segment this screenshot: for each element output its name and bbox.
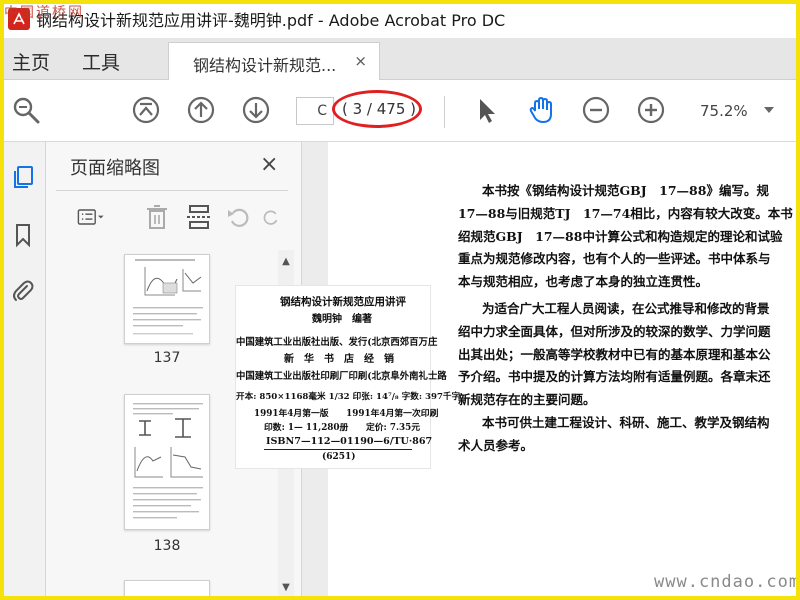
thumbnail-label-137: 137 (153, 350, 181, 366)
next-page-icon[interactable] (240, 94, 272, 126)
copyright-format: 开本: 850×1168毫米 1/32 印张: 14⁷/₈ 字数: 397千字 (236, 392, 461, 402)
chevron-down-icon (764, 107, 774, 113)
document-page-text: 本书按《钢结构设计规范GBJ 17—88》编写。规 17—88与旧规范TJ 17… (458, 180, 800, 458)
rotate-left-icon[interactable] (224, 202, 254, 232)
tab-close-icon[interactable]: × (354, 52, 367, 70)
copyright-printer: 中国建筑工业出版社印刷厂印刷(北京阜外南礼士路 (236, 371, 447, 382)
copyright-page-image: 钢结构设计新规范应用讲评 魏明钟 编著 中国建筑工业出版社出版、发行(北京西郊百… (236, 286, 460, 468)
panel-divider (56, 190, 288, 191)
thumbnail-label-138: 138 (153, 538, 181, 554)
rail-active-indicator (0, 156, 3, 196)
panel-title: 页面缩略图 (70, 158, 160, 179)
menu-home[interactable]: 主页 (12, 48, 50, 75)
delete-page-icon[interactable] (142, 202, 172, 232)
rotate-right-icon[interactable] (260, 202, 282, 232)
page-thumbnails-icon[interactable] (8, 162, 38, 192)
scroll-down-icon[interactable]: ▼ (278, 580, 294, 596)
doc-line: 重点为规范修改内容，也有个人的一些评述。书中体系与 (458, 251, 771, 267)
copyright-author: 魏明钟 编著 (312, 314, 372, 325)
doc-line: 为适合广大工程人员阅读，在公式推导和修改的背景 (482, 300, 770, 316)
doc-line: 绍中力求全面具体，但对所涉及的较深的数学、力学问题 (458, 323, 771, 339)
copyright-rule (264, 449, 412, 450)
menu-tools[interactable]: 工具 (82, 48, 120, 75)
toolbar: C ( 3 / 475 ) 75.2% (0, 80, 800, 142)
first-page-icon[interactable] (130, 94, 162, 126)
copyright-code: (6251) (322, 452, 356, 462)
zoom-value: 75.2% (700, 102, 748, 120)
copyright-print-run: 印数: 1— 11,280册 定价: 7.35元 (264, 423, 421, 433)
zoom-out-icon[interactable] (580, 94, 612, 126)
zoom-in-icon[interactable] (635, 94, 667, 126)
doc-line: 绍规范GBJ 17—88中计算公式和构造规定的理论和试验 (458, 228, 783, 244)
doc-line: 出其出处；一般高等学校教材中已有的基本原理和基本公 (458, 346, 771, 362)
document-tab-label: 钢结构设计新规范... (193, 56, 337, 75)
title-bar: 钢结构设计新规范应用讲评-魏明钟.pdf - Adobe Acrobat Pro… (0, 0, 800, 38)
insert-page-icon[interactable] (184, 202, 214, 232)
copyright-publisher: 中国建筑工业出版社出版、发行(北京西郊百万庄 (236, 337, 438, 348)
thumbnail-page-138[interactable] (124, 394, 210, 530)
window-title: 钢结构设计新规范应用讲评-魏明钟.pdf - Adobe Acrobat Pro… (36, 11, 506, 30)
doc-line: 术人员参考。 (458, 437, 534, 453)
select-arrow-icon[interactable] (470, 94, 502, 126)
left-navigation-rail (0, 142, 46, 600)
copyright-isbn: ISBN7—112—01190—6/TU·867 (266, 436, 433, 447)
zoom-select[interactable]: 75.2% (690, 97, 782, 125)
prev-page-icon[interactable] (185, 94, 217, 126)
watermark-bottom-right: www.cndao.com (654, 572, 800, 592)
thumbnail-options-icon[interactable] (68, 202, 114, 232)
copyright-book-title: 钢结构设计新规范应用讲评 (280, 296, 406, 308)
copyright-edition: 1991年4月第一版 1991年4月第一次印刷 (254, 409, 439, 419)
page-number-input[interactable]: C (296, 97, 334, 125)
doc-line: 本书按《钢结构设计规范GBJ 17—88》编写。规 (482, 183, 769, 198)
zoom-search-icon[interactable] (10, 94, 42, 126)
thumbnail-page-137[interactable] (124, 254, 210, 344)
copyright-distributor: 新 华 书 店 经 销 (284, 354, 394, 365)
menu-tab-row: 主页 工具 钢结构设计新规范... × (0, 38, 800, 80)
doc-line: 予介绍。书中提及的计算方法均附有适量例题。各章末还 (458, 369, 771, 385)
red-circle-annotation (332, 90, 422, 128)
watermark-top-left: 中国道桥网 (4, 5, 84, 21)
document-tab[interactable]: 钢结构设计新规范... × (168, 42, 380, 80)
bookmark-icon[interactable] (8, 220, 38, 250)
doc-line: 本书可供土建工程设计、科研、施工、教学及钢结构 (482, 414, 770, 430)
doc-line: 本与规范相应，也考虑了本身的独立连贯性。 (458, 274, 709, 290)
hand-icon[interactable] (525, 94, 557, 126)
panel-close-icon[interactable]: × (260, 152, 278, 177)
toolbar-separator (444, 96, 445, 128)
attachment-icon[interactable] (8, 276, 38, 306)
scroll-up-icon[interactable]: ▲ (278, 254, 294, 270)
doc-line: 17—88与旧规范TJ 17—74相比，内容有较大改变。本书 (458, 205, 793, 221)
doc-line: 新规范存在的主要问题。 (458, 392, 596, 408)
thumbnail-page-139[interactable] (124, 580, 210, 600)
